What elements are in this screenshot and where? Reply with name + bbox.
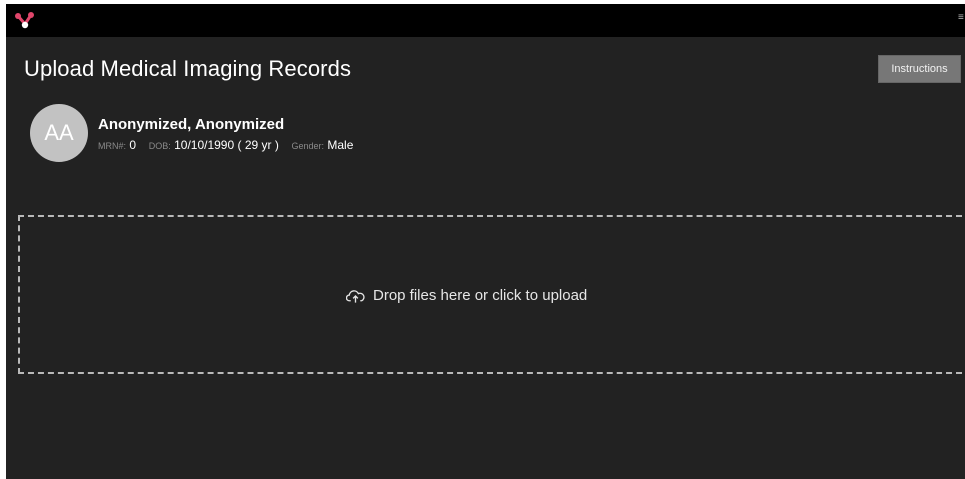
upload-cloud-icon — [346, 289, 365, 303]
patient-demographics: MRN#: 0 DOB: 10/10/1990 ( 29 yr ) Gender… — [98, 138, 353, 152]
dob-value: 10/10/1990 ( 29 yr ) — [174, 138, 279, 152]
patient-avatar: AA — [30, 104, 88, 162]
dropzone-label: Drop files here or click to upload — [373, 287, 588, 304]
mrn-label: MRN#: — [98, 141, 127, 151]
patient-name: Anonymized, Anonymized — [98, 116, 285, 133]
dropzone-content: Drop files here or click to upload — [346, 287, 587, 304]
app-window: ≡ Upload Medical Imaging Records Instruc… — [6, 4, 965, 479]
gender-value: Male — [327, 138, 354, 152]
menu-icon[interactable]: ≡ — [958, 13, 964, 23]
page-title: Upload Medical Imaging Records — [24, 56, 352, 81]
gender-label: Gender: — [291, 141, 325, 151]
instructions-button[interactable]: Instructions — [878, 55, 961, 83]
file-upload-dropzone[interactable]: Drop files here or click to upload — [18, 215, 962, 374]
dob-label: DOB: — [148, 141, 171, 151]
app-logo-icon[interactable] — [14, 11, 36, 31]
mrn-value: 0 — [129, 138, 137, 152]
top-navbar: ≡ — [6, 4, 965, 37]
